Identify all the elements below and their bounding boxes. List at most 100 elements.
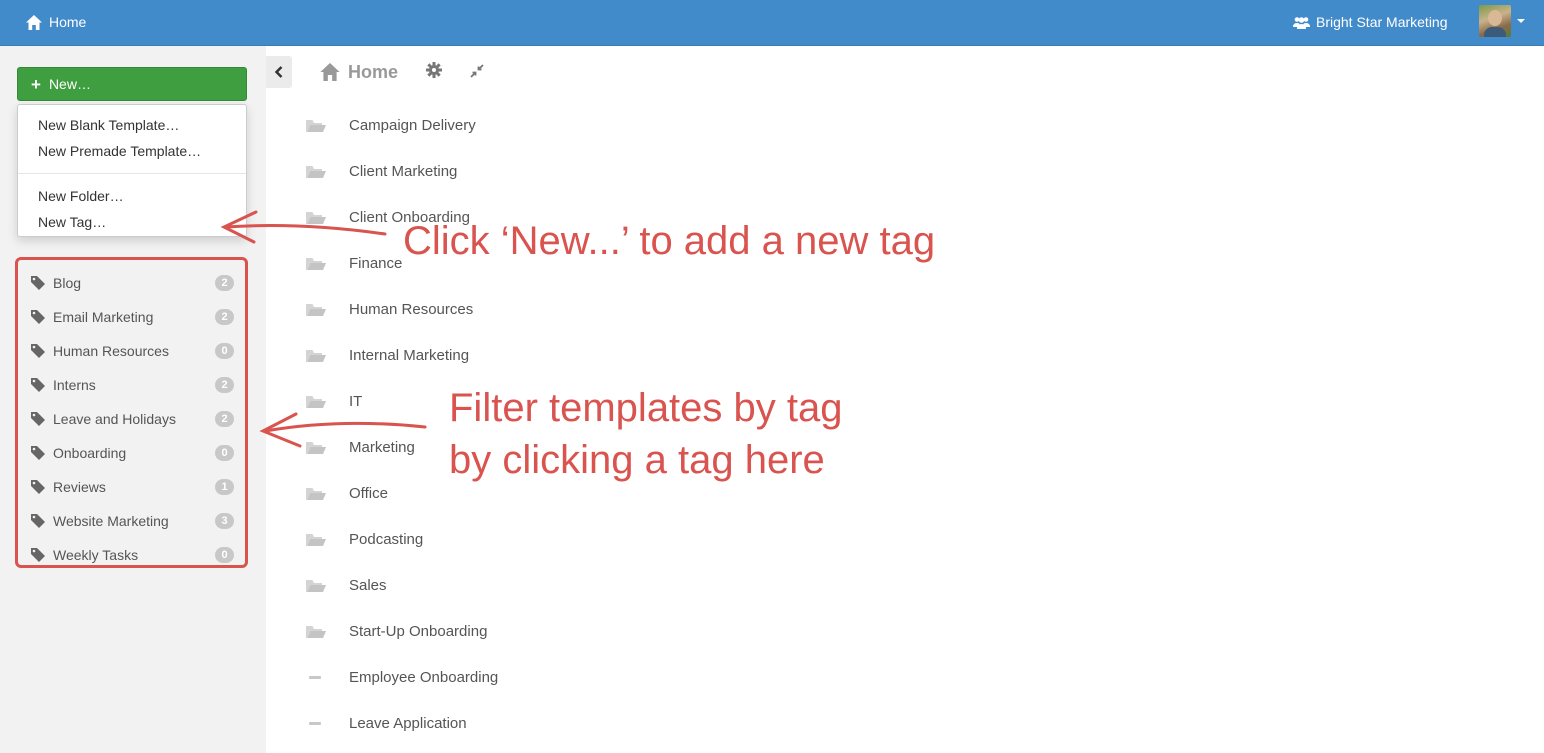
- annotation-filter-line1: Filter templates by tag: [449, 386, 843, 430]
- annotation-filter-hint: Filter templates by tag by clicking a ta…: [449, 382, 843, 486]
- tag-label: Reviews: [53, 479, 106, 495]
- folder-label: Office: [349, 484, 388, 502]
- folder-label: Start-Up Onboarding: [349, 622, 488, 640]
- avatar: [1479, 5, 1511, 37]
- tag-item-interns[interactable]: Interns 2: [18, 368, 245, 402]
- tag-label: Weekly Tasks: [53, 547, 139, 563]
- tag-label: Onboarding: [53, 445, 127, 461]
- home-icon: [26, 14, 42, 30]
- folder-open-icon: [306, 211, 326, 224]
- users-icon: [1293, 16, 1310, 29]
- folder-label: Finance: [349, 254, 403, 272]
- tag-label: Blog: [53, 275, 82, 291]
- tag-item-email-marketing[interactable]: Email Marketing 2: [18, 300, 245, 334]
- folder-open-icon: [306, 257, 326, 270]
- folder-label: Human Resources: [349, 300, 474, 318]
- menu-item-new-blank-template[interactable]: New Blank Template…: [18, 112, 246, 138]
- tag-icon: [31, 310, 45, 324]
- compress-icon: [470, 64, 484, 78]
- menu-item-new-tag[interactable]: New Tag…: [18, 209, 246, 235]
- new-dropdown-menu: New Blank Template… New Premade Template…: [17, 104, 247, 237]
- folder-row-client-marketing[interactable]: Client Marketing: [306, 148, 906, 194]
- folder-row-internal-marketing[interactable]: Internal Marketing: [306, 332, 906, 378]
- settings-button[interactable]: [426, 62, 442, 83]
- breadcrumb[interactable]: Home: [320, 58, 398, 86]
- folder-label: Marketing: [349, 438, 415, 456]
- template-row-employee-onboarding[interactable]: Employee Onboarding: [306, 654, 906, 700]
- tag-count-badge: 2: [215, 275, 234, 291]
- annotation-filter-line2: by clicking a tag here: [449, 438, 825, 482]
- template-label: Leave Application: [349, 714, 467, 732]
- folder-label: Internal Marketing: [349, 346, 470, 364]
- folder-label: Client Marketing: [349, 162, 458, 180]
- tag-item-weekly-tasks[interactable]: Weekly Tasks 0: [18, 538, 245, 572]
- annotation-new-tag-hint: Click ‘New...’ to add a new tag: [403, 219, 936, 263]
- folder-row-podcasting[interactable]: Podcasting: [306, 516, 906, 562]
- new-button[interactable]: + New…: [17, 67, 247, 101]
- tag-icon: [31, 344, 45, 358]
- folder-open-icon: [306, 303, 326, 316]
- home-icon: [320, 63, 340, 81]
- compress-button[interactable]: [470, 64, 484, 83]
- tag-count-badge: 0: [215, 547, 234, 563]
- folder-open-icon: [306, 487, 326, 500]
- tag-count-badge: 2: [215, 309, 234, 325]
- org-switcher[interactable]: Bright Star Marketing: [1293, 0, 1448, 44]
- folder-open-icon: [306, 579, 326, 592]
- folder-label: Campaign Delivery: [349, 116, 476, 134]
- tag-item-leave-and-holidays[interactable]: Leave and Holidays 2: [18, 402, 245, 436]
- tag-label: Leave and Holidays: [53, 411, 176, 427]
- menu-divider: [18, 173, 246, 174]
- tag-icon: [31, 412, 45, 426]
- folder-open-icon: [306, 395, 326, 408]
- folder-open-icon: [306, 119, 326, 132]
- template-dash-icon: [309, 675, 321, 679]
- tag-item-onboarding[interactable]: Onboarding 0: [18, 436, 245, 470]
- folder-label: Sales: [349, 576, 387, 594]
- tag-icon: [31, 548, 45, 562]
- tag-item-blog[interactable]: Blog 2: [18, 266, 245, 300]
- tag-label: Human Resources: [53, 343, 169, 359]
- tag-item-human-resources[interactable]: Human Resources 0: [18, 334, 245, 368]
- tag-item-reviews[interactable]: Reviews 1: [18, 470, 245, 504]
- tag-count-badge: 0: [215, 343, 234, 359]
- nav-home-link[interactable]: Home: [26, 0, 86, 44]
- folder-row-sales[interactable]: Sales: [306, 562, 906, 608]
- folder-open-icon: [306, 349, 326, 362]
- folder-open-icon: [306, 625, 326, 638]
- tag-count-badge: 1: [215, 479, 234, 495]
- template-row-leave-application[interactable]: Leave Application: [306, 700, 906, 746]
- menu-item-new-premade-template[interactable]: New Premade Template…: [18, 138, 246, 164]
- nav-home-label: Home: [49, 14, 87, 30]
- menu-item-new-folder[interactable]: New Folder…: [18, 183, 246, 209]
- tag-icon: [31, 276, 45, 290]
- tag-count-badge: 3: [215, 513, 234, 529]
- tag-icon: [31, 446, 45, 460]
- tag-label: Email Marketing: [53, 309, 154, 325]
- chevron-left-icon: [275, 66, 283, 78]
- tag-icon: [31, 514, 45, 528]
- folder-row-human-resources[interactable]: Human Resources: [306, 286, 906, 332]
- tag-count-badge: 0: [215, 445, 234, 461]
- folder-row-start-up-onboarding[interactable]: Start-Up Onboarding: [306, 608, 906, 654]
- breadcrumb-label: Home: [348, 61, 399, 82]
- tag-count-badge: 2: [215, 411, 234, 427]
- gear-icon: [426, 62, 442, 78]
- folder-label: Podcasting: [349, 530, 424, 548]
- sidebar: + New… New Blank Template… New Premade T…: [0, 46, 266, 753]
- folder-open-icon: [306, 533, 326, 546]
- folder-row-campaign-delivery[interactable]: Campaign Delivery: [306, 102, 906, 148]
- folder-label: IT: [349, 392, 363, 410]
- template-dash-icon: [309, 721, 321, 725]
- top-navbar: Home Bright Star Marketing: [0, 0, 1544, 46]
- folder-open-icon: [306, 441, 326, 454]
- collapse-sidebar-button[interactable]: [266, 56, 292, 88]
- tag-icon: [31, 378, 45, 392]
- tag-label: Interns: [53, 377, 96, 393]
- tag-label: Website Marketing: [53, 513, 169, 529]
- tag-item-website-marketing[interactable]: Website Marketing 3: [18, 504, 245, 538]
- chevron-down-icon: [1517, 19, 1525, 23]
- folder-open-icon: [306, 165, 326, 178]
- tag-list: Blog 2 Email Marketing 2 Human Resources…: [15, 257, 248, 568]
- user-menu[interactable]: [1479, 5, 1525, 37]
